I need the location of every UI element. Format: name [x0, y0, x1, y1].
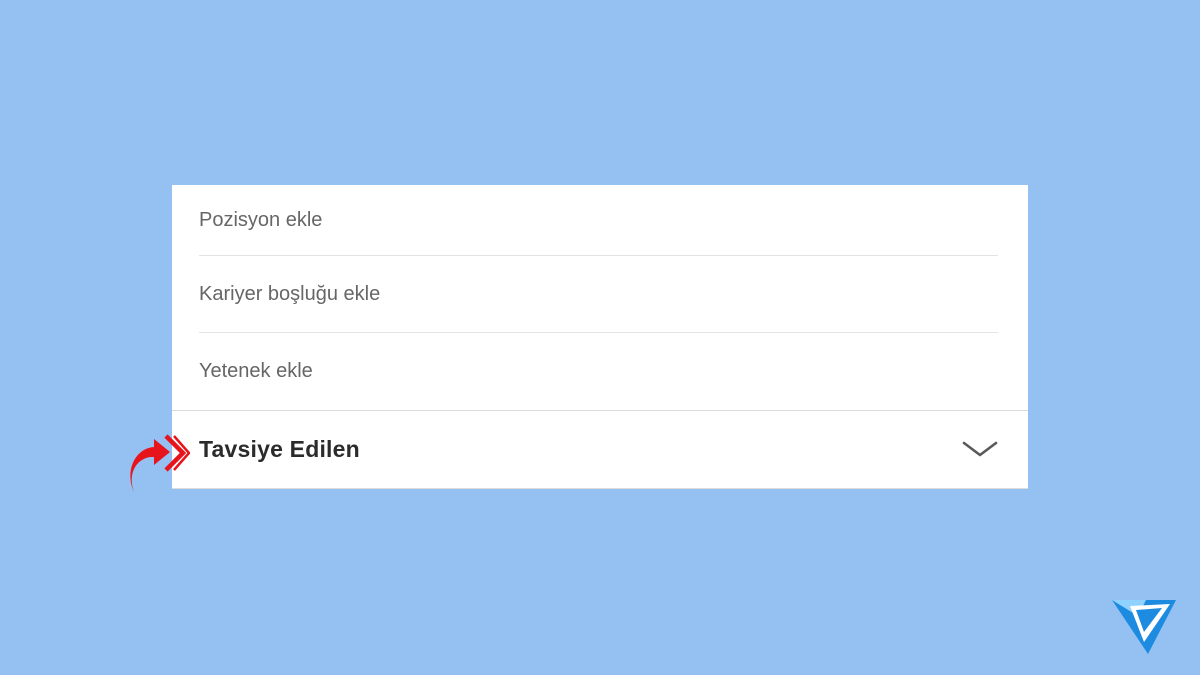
- chevron-down-icon[interactable]: [962, 440, 998, 460]
- menu-item-add-skill[interactable]: Yetenek ekle: [199, 333, 998, 410]
- brand-logo-icon: [1110, 598, 1178, 656]
- red-arrow-icon: [126, 430, 191, 494]
- menu-item-label: Yetenek ekle: [199, 360, 313, 382]
- menu-item-label: Kariyer boşluğu ekle: [199, 283, 381, 305]
- menu-item-label: Pozisyon ekle: [199, 208, 323, 231]
- section-recommended-toggle[interactable]: Tavsiye Edilen: [172, 411, 1028, 488]
- menu-item-add-position[interactable]: Pozisyon ekle: [199, 185, 998, 255]
- dropdown-panel: Pozisyon ekle Kariyer boşluğu ekle Yeten…: [172, 185, 1028, 488]
- menu-item-add-career-break[interactable]: Kariyer boşluğu ekle: [199, 256, 998, 333]
- section-title: Tavsiye Edilen: [199, 436, 360, 462]
